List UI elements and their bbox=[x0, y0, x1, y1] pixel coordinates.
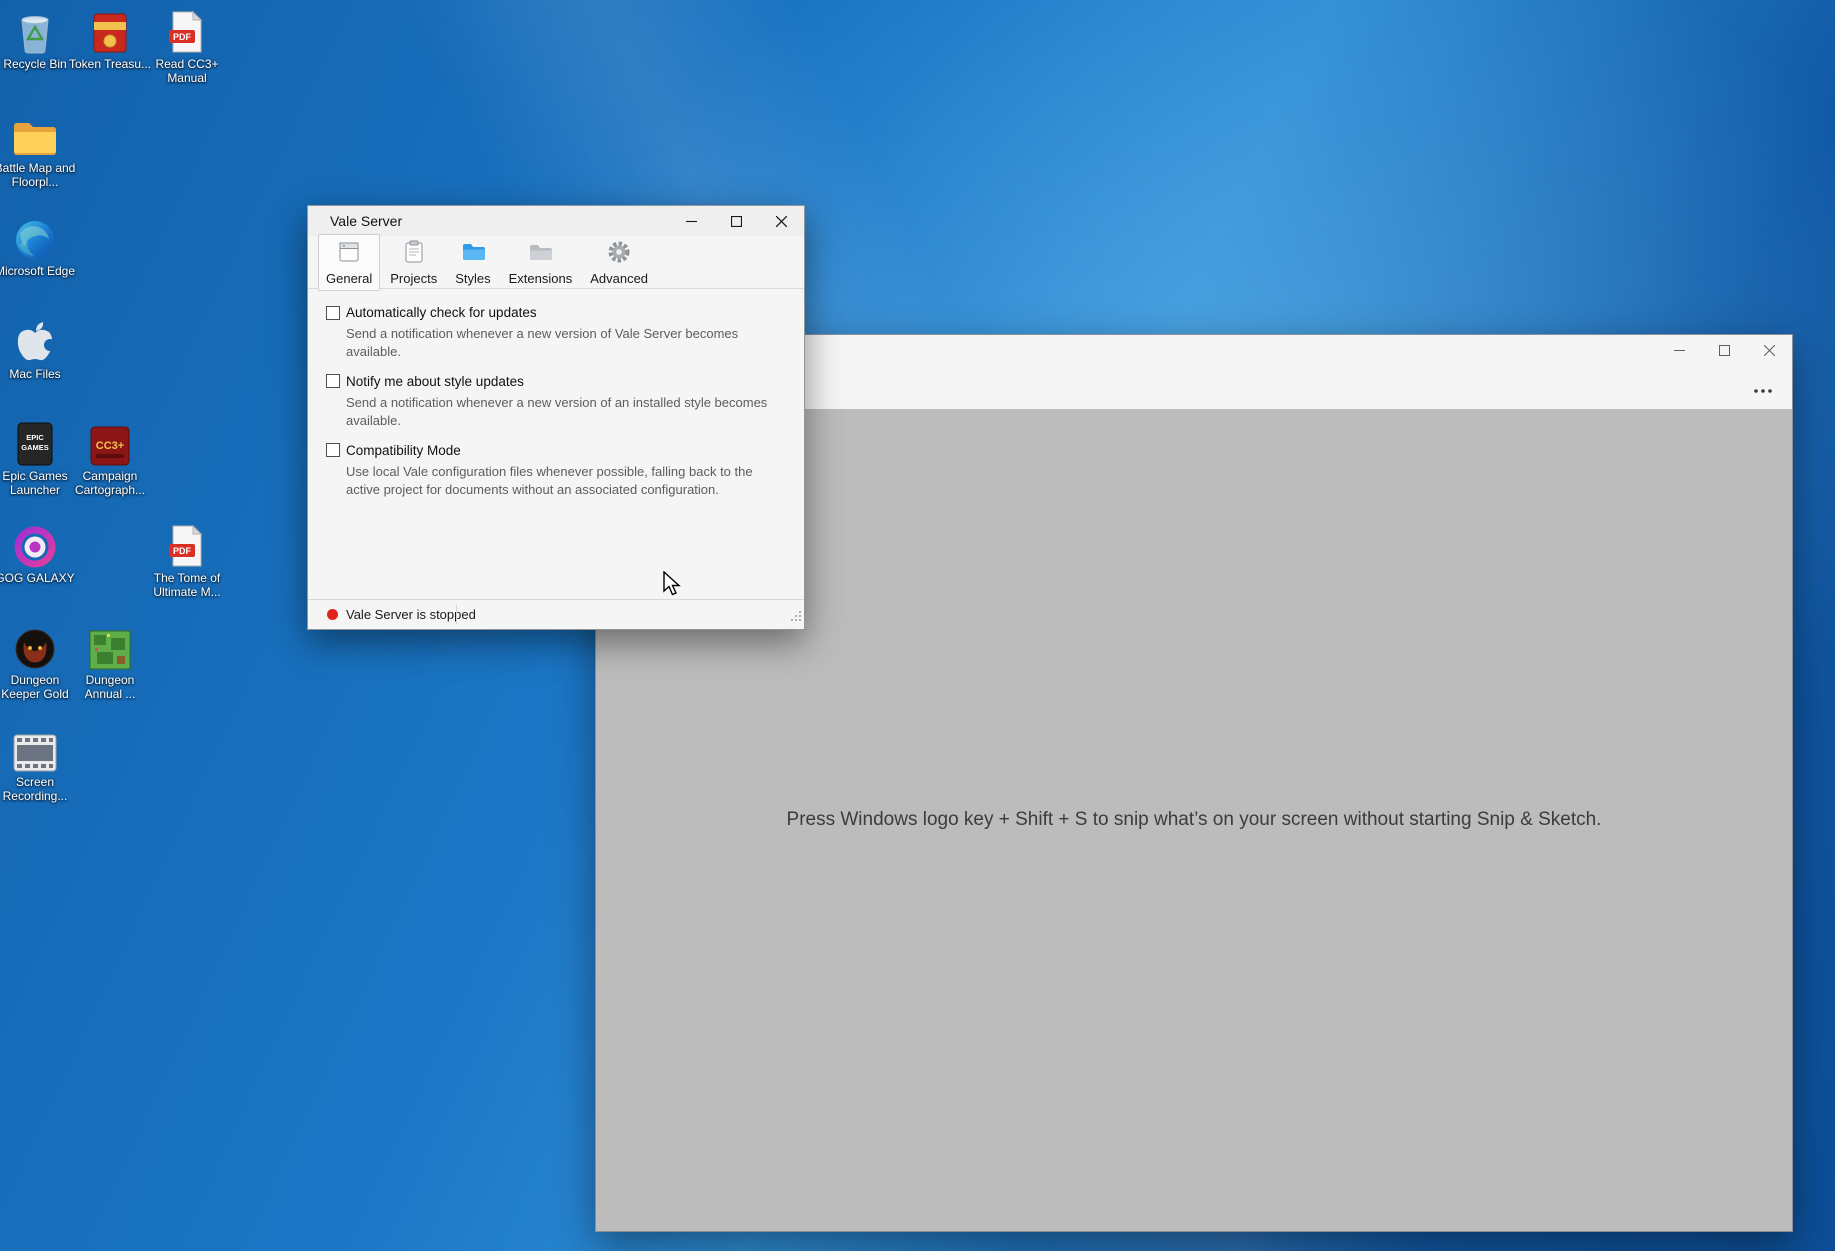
minimize-button[interactable] bbox=[1657, 335, 1702, 365]
vale-server-window: Vale Server General Projects Styles Exte… bbox=[307, 205, 805, 630]
status-bar: Vale Server is stopped bbox=[308, 599, 804, 629]
desktop-icon-label: Dungeon Annual ... bbox=[84, 673, 136, 702]
recycle-bin-icon bbox=[16, 8, 54, 54]
checkbox-row[interactable]: Automatically check for updates bbox=[326, 305, 780, 320]
blue-folder-icon bbox=[460, 239, 486, 270]
svg-text:GAMES: GAMES bbox=[21, 443, 49, 452]
desktop-icon-label: Mac Files bbox=[9, 367, 61, 381]
setting-compatibility-mode: Compatibility Mode Use local Vale config… bbox=[326, 443, 780, 499]
maximize-button[interactable] bbox=[714, 206, 759, 236]
desktop-icon-token-treasury[interactable]: Token Treasu... bbox=[67, 8, 153, 71]
desktop-icon-dungeon-annual[interactable]: Dungeon Annual ... bbox=[67, 624, 153, 701]
checkbox[interactable] bbox=[326, 374, 340, 389]
vale-general-pane: Automatically check for updates Send a n… bbox=[308, 305, 804, 499]
tab-projects[interactable]: Projects bbox=[382, 234, 445, 291]
empty-state-message: Press Windows logo key + Shift + S to sn… bbox=[786, 809, 1602, 830]
desktop-icon-label: The Tome of Ultimate M... bbox=[153, 571, 221, 600]
svg-text:EPIC: EPIC bbox=[26, 433, 44, 442]
svg-text:CC3+: CC3+ bbox=[96, 440, 124, 452]
edge-browser-icon bbox=[14, 215, 56, 261]
checkbox[interactable] bbox=[326, 305, 340, 320]
vale-titlebar[interactable]: Vale Server bbox=[308, 206, 804, 236]
maximize-button[interactable] bbox=[1702, 335, 1747, 365]
setting-description: Send a notification whenever a new versi… bbox=[346, 394, 768, 428]
epic-games-icon: EPIC GAMES bbox=[17, 420, 53, 466]
windows-desktop: { "desktop": { "icons": [ {"label": "Rec… bbox=[0, 0, 1835, 1251]
cc3-app-icon: CC3+ bbox=[90, 420, 130, 466]
desktop-icon-read-cc3-manual[interactable]: PDF Read CC3+ Manual bbox=[144, 8, 230, 85]
setting-description: Use local Vale configuration files whene… bbox=[346, 463, 753, 497]
setting-label: Automatically check for updates bbox=[346, 305, 537, 320]
gog-galaxy-icon bbox=[14, 522, 56, 568]
vale-toolbar: General Projects Styles Extensions Advan… bbox=[308, 233, 804, 291]
pdf-file-icon: PDF bbox=[167, 522, 207, 568]
desktop-icon-mac-files[interactable]: Mac Files bbox=[0, 318, 78, 381]
desktop-icon-screen-recording[interactable]: Screen Recording... bbox=[0, 726, 78, 803]
pixel-map-icon bbox=[89, 624, 131, 670]
tab-extensions[interactable]: Extensions bbox=[501, 234, 581, 291]
tab-label: Styles bbox=[455, 270, 491, 286]
status-separator bbox=[456, 605, 457, 624]
checkbox-row[interactable]: Notify me about style updates bbox=[326, 374, 780, 389]
film-strip-icon bbox=[13, 726, 57, 772]
red-chest-icon bbox=[92, 8, 128, 54]
close-button[interactable] bbox=[1747, 335, 1792, 365]
desktop-icon-campaign-cartographer[interactable]: CC3+ Campaign Cartograph... bbox=[67, 420, 153, 497]
status-indicator-icon bbox=[327, 609, 338, 620]
tab-label: Advanced bbox=[590, 270, 649, 286]
gear-icon bbox=[606, 239, 632, 270]
gray-folder-icon bbox=[527, 239, 553, 270]
dungeon-keeper-icon bbox=[14, 624, 56, 670]
clipboard-icon bbox=[401, 239, 427, 270]
setting-label: Notify me about style updates bbox=[346, 373, 524, 389]
desktop-icon-label: Screen Recording... bbox=[2, 775, 68, 804]
tab-label: Extensions bbox=[508, 270, 573, 286]
close-button[interactable] bbox=[759, 206, 804, 236]
desktop-icon-label: Recycle Bin bbox=[3, 57, 67, 71]
tab-label: General bbox=[326, 270, 373, 286]
desktop-icon-label: GOG GALAXY bbox=[0, 571, 75, 585]
checkbox-row[interactable]: Compatibility Mode bbox=[326, 443, 780, 458]
svg-text:PDF: PDF bbox=[173, 32, 192, 42]
tab-styles[interactable]: Styles bbox=[447, 234, 498, 291]
folder-icon bbox=[12, 112, 58, 158]
setting-description: Send a notification whenever a new versi… bbox=[346, 326, 739, 359]
desktop-icon-label: Read CC3+ Manual bbox=[155, 57, 219, 86]
desktop-icon-microsoft-edge[interactable]: Microsoft Edge bbox=[0, 215, 78, 278]
tab-general[interactable]: General bbox=[318, 233, 381, 291]
window-title: Vale Server bbox=[330, 213, 403, 229]
apple-icon bbox=[15, 318, 55, 364]
setting-style-updates: Notify me about style updates Send a not… bbox=[326, 374, 780, 430]
setting-auto-check-updates: Automatically check for updates Send a n… bbox=[326, 305, 780, 361]
more-options-button[interactable] bbox=[1746, 378, 1780, 404]
ellipsis-icon bbox=[1754, 389, 1772, 393]
desktop-icon-label: Microsoft Edge bbox=[0, 264, 76, 278]
desktop-icon-battle-map-folder[interactable]: Battle Map and Floorpl... bbox=[0, 112, 78, 189]
desktop-icon-label: Campaign Cartograph... bbox=[74, 469, 146, 498]
desktop-icon-label: Battle Map and Floorpl... bbox=[0, 161, 76, 190]
desktop-icon-tome-of-ultimate[interactable]: PDF The Tome of Ultimate M... bbox=[144, 522, 230, 599]
pdf-file-icon: PDF bbox=[167, 8, 207, 54]
tab-label: Projects bbox=[390, 270, 438, 286]
window-pane-icon bbox=[336, 239, 362, 270]
resize-grip[interactable] bbox=[790, 609, 802, 627]
tab-advanced[interactable]: Advanced bbox=[582, 234, 656, 291]
checkbox[interactable] bbox=[326, 443, 340, 458]
setting-label: Compatibility Mode bbox=[346, 442, 461, 458]
svg-text:PDF: PDF bbox=[173, 546, 192, 556]
desktop-icon-gog-galaxy[interactable]: GOG GALAXY bbox=[0, 522, 78, 585]
desktop-icon-label: Token Treasu... bbox=[68, 57, 152, 71]
minimize-button[interactable] bbox=[669, 206, 714, 236]
